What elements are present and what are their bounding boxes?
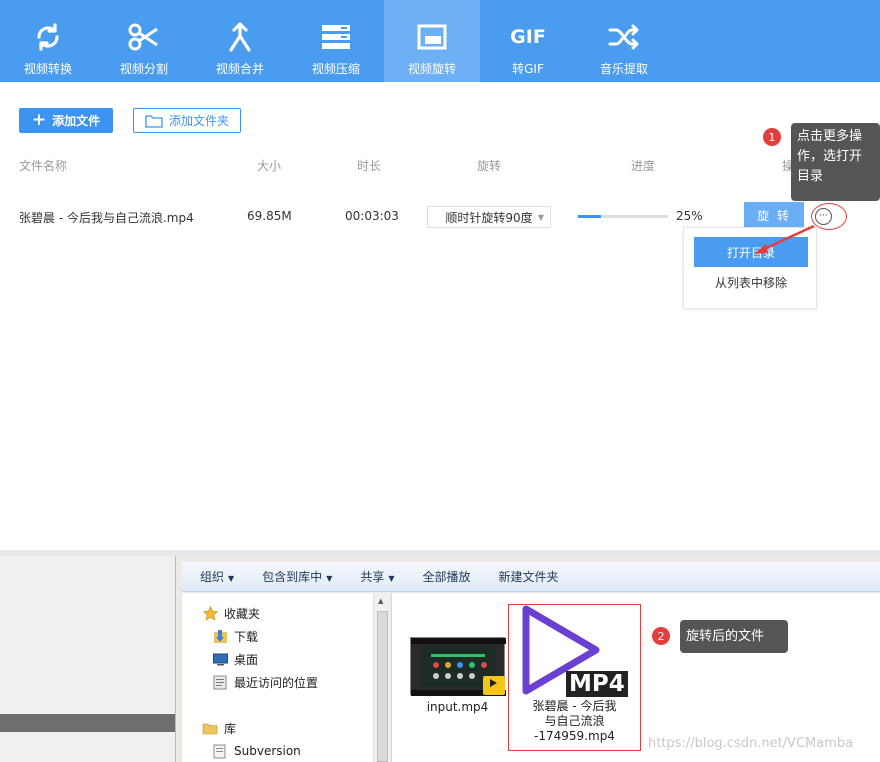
callout-1: 点击更多操作，选打开目录 xyxy=(791,123,880,201)
add-file-button[interactable]: + 添加文件 xyxy=(19,108,113,133)
caret-down-icon: ▼ xyxy=(388,574,395,583)
tool-label: 视频旋转 xyxy=(407,62,456,76)
document-icon xyxy=(212,743,228,759)
tool-label: 音乐提取 xyxy=(599,62,648,76)
nav-scrollbar[interactable]: ▲ xyxy=(373,593,390,762)
nav-desktop-label: 桌面 xyxy=(234,653,259,667)
rotate-icon xyxy=(415,20,449,54)
compress-icon xyxy=(319,20,353,54)
add-folder-button[interactable]: 添加文件夹 xyxy=(133,108,241,133)
tool-video-merge[interactable]: 视频合并 xyxy=(192,0,288,82)
video-thumbnail-icon xyxy=(411,638,506,696)
col-header-rotate: 旋转 xyxy=(477,159,502,173)
caret-down-icon: ▼ xyxy=(537,213,544,222)
progress-fill xyxy=(578,215,601,218)
add-file-label: 添加文件 xyxy=(52,114,101,128)
merge-icon xyxy=(223,20,257,54)
plus-icon: + xyxy=(31,110,47,130)
shuffle-icon xyxy=(607,20,641,54)
file-name-input[interactable]: input.mp4 xyxy=(410,700,505,715)
convert-icon xyxy=(31,20,65,54)
row-filename: 张碧晨 - 今后我与自己流浪.mp4 xyxy=(19,211,194,225)
row-size: 69.85M xyxy=(247,209,292,223)
download-folder-icon xyxy=(212,629,228,645)
scissors-icon xyxy=(127,20,161,54)
toolbar-include-library-label: 包含到库中 xyxy=(262,570,323,584)
file-thumbnail-input[interactable] xyxy=(410,637,506,696)
folder-icon xyxy=(145,114,163,128)
toolbar-organize-label: 组织 xyxy=(200,570,225,584)
caret-down-icon: ▼ xyxy=(228,574,235,583)
tool-label: 视频转换 xyxy=(23,62,72,76)
rotate-select[interactable]: 顺时针旋转90度 ▼ xyxy=(427,206,551,228)
step-badge-2: 2 xyxy=(652,627,670,645)
tool-label: 视频分割 xyxy=(119,62,168,76)
file-name-output-line1: 张碧晨 - 今后我 xyxy=(532,699,617,713)
caret-down-icon: ▼ xyxy=(326,574,333,583)
background-window-bar xyxy=(0,714,175,732)
col-header-size: 大小 xyxy=(257,159,282,173)
file-name-output-line2: 与自己流浪 xyxy=(544,714,605,728)
star-icon xyxy=(202,606,218,622)
tool-label: 视频合并 xyxy=(215,62,264,76)
annotation-arrow xyxy=(754,224,815,254)
gif-icon-text: GIF xyxy=(510,26,546,48)
nav-favorites[interactable]: 收藏夹 xyxy=(202,605,260,622)
callout-2-text: 旋转后的文件 xyxy=(686,629,765,644)
scrollbar-thumb[interactable] xyxy=(377,611,388,762)
progress-text: 25% xyxy=(676,209,703,223)
tool-label: 视频压缩 xyxy=(311,62,360,76)
toolbar-share[interactable]: 共享 ▼ xyxy=(360,568,394,585)
background-window xyxy=(0,556,175,762)
desktop-icon xyxy=(212,652,228,668)
nav-downloads[interactable]: 下载 xyxy=(212,628,258,645)
library-folder-icon xyxy=(202,721,218,737)
nav-libraries[interactable]: 库 xyxy=(202,720,236,737)
row-duration: 00:03:03 xyxy=(345,209,399,223)
step-badge-1: 1 xyxy=(763,128,781,146)
tool-to-gif[interactable]: GIF 转GIF xyxy=(480,0,576,82)
nav-recent[interactable]: 最近访问的位置 xyxy=(212,674,318,691)
nav-desktop[interactable]: 桌面 xyxy=(212,651,258,668)
nav-recent-label: 最近访问的位置 xyxy=(234,676,319,690)
menu-item-remove[interactable]: 从列表中移除 xyxy=(694,267,808,297)
nav-subversion-label: Subversion xyxy=(234,744,301,758)
tool-video-split[interactable]: 视频分割 xyxy=(96,0,192,82)
col-header-name: 文件名称 xyxy=(19,159,68,173)
gif-icon: GIF xyxy=(510,20,546,54)
watermark: https://blog.csdn.net/VCMamba xyxy=(648,736,854,751)
top-toolbar: 视频转换 视频分割 视频合并 视频压缩 视频旋转 GIF 转GIF 音乐提取 xyxy=(0,0,880,82)
tool-video-convert[interactable]: 视频转换 xyxy=(0,0,96,82)
toolbar-organize[interactable]: 组织 ▼ xyxy=(200,568,234,585)
toolbar-include-library[interactable]: 包含到库中 ▼ xyxy=(262,568,332,585)
file-name-output-line3: -174959.mp4 xyxy=(534,729,615,743)
nav-subversion[interactable]: Subversion xyxy=(212,743,301,759)
tool-music-extract[interactable]: 音乐提取 xyxy=(576,0,672,82)
add-folder-label: 添加文件夹 xyxy=(168,114,229,128)
callout-1-text: 点击更多操作，选打开目录 xyxy=(797,129,863,184)
recent-places-icon xyxy=(212,675,228,691)
file-name-output[interactable]: 张碧晨 - 今后我 与自己流浪 -174959.mp4 xyxy=(512,699,637,744)
nav-favorites-label: 收藏夹 xyxy=(224,607,261,621)
col-header-progress: 进度 xyxy=(631,159,656,173)
nav-downloads-label: 下载 xyxy=(234,630,259,644)
nav-libraries-label: 库 xyxy=(224,722,237,736)
explorer-toolbar: 组织 ▼ 包含到库中 ▼ 共享 ▼ 全部播放 新建文件夹 xyxy=(182,562,880,592)
col-header-duration: 时长 xyxy=(357,159,382,173)
tool-video-compress[interactable]: 视频压缩 xyxy=(288,0,384,82)
toolbar-new-folder[interactable]: 新建文件夹 xyxy=(499,568,559,585)
tool-label: 转GIF xyxy=(512,62,544,76)
progress-bar xyxy=(578,215,668,218)
callout-2: 旋转后的文件 xyxy=(680,620,788,653)
scroll-up-icon: ▲ xyxy=(378,597,384,605)
toolbar-share-label: 共享 xyxy=(360,570,385,584)
rotate-select-value: 顺时针旋转90度 xyxy=(445,210,533,225)
mp4-badge: MP4 xyxy=(566,671,628,697)
toolbar-play-all[interactable]: 全部播放 xyxy=(423,568,471,585)
tool-video-rotate[interactable]: 视频旋转 xyxy=(384,0,480,82)
